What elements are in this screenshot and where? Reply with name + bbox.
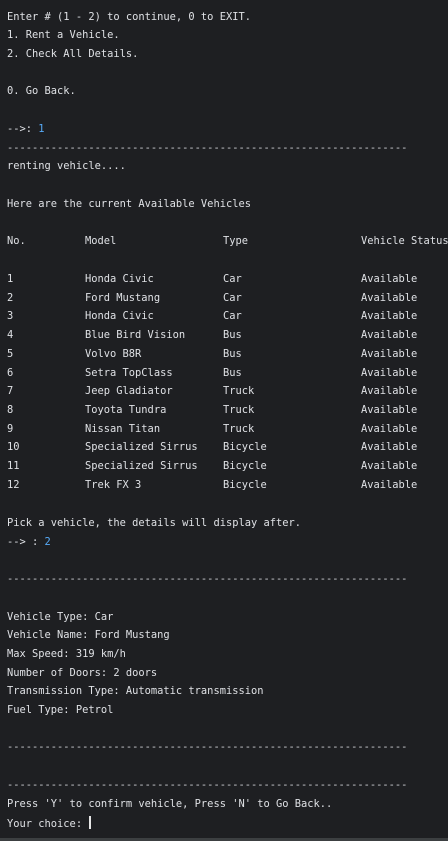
input-prefix: -->: <box>7 123 39 135</box>
table-cell: 3 <box>7 310 14 322</box>
table-cell: Trek FX 3 <box>85 479 142 491</box>
user-input-value: 1 <box>38 123 45 135</box>
table-header: Type <box>223 235 249 247</box>
available-header: Here are the current Available Vehicles <box>7 198 251 210</box>
pick-input-line: --> : 2 <box>7 535 51 549</box>
table-cell: Available <box>361 310 418 322</box>
menu-option-back: 0. Go Back. <box>7 85 76 97</box>
separator: ----------------------------------------… <box>7 779 408 791</box>
table-cell: 2 <box>7 292 14 304</box>
detail-transmission: Transmission Type: Automatic transmissio… <box>7 685 264 697</box>
table-cell: Jeep Gladiator <box>85 385 173 397</box>
table-cell: Available <box>361 404 418 416</box>
table-cell: Available <box>361 460 418 472</box>
table-cell: 11 <box>7 460 20 472</box>
table-cell: Available <box>361 348 418 360</box>
table-cell: Car <box>223 273 242 285</box>
renting-message: renting vehicle.... <box>7 160 126 172</box>
detail-vehicle-type: Vehicle Type: Car <box>7 611 114 623</box>
separator: ----------------------------------------… <box>7 142 408 154</box>
menu-input-line: -->: 1 <box>7 122 45 136</box>
menu-prompt: Enter # (1 - 2) to continue, 0 to EXIT. <box>7 11 251 23</box>
table-cell: 12 <box>7 479 20 491</box>
table-cell: Bus <box>223 348 242 360</box>
table-cell: Available <box>361 441 418 453</box>
input-prefix: --> : <box>7 536 45 548</box>
table-cell: Volvo B8R <box>85 348 142 360</box>
table-cell: 8 <box>7 404 14 416</box>
choice-input-line[interactable]: Your choice: <box>7 816 92 830</box>
table-cell: Car <box>223 310 242 322</box>
table-cell: 1 <box>7 273 14 285</box>
console-output: Enter # (1 - 2) to continue, 0 to EXIT. … <box>0 0 448 838</box>
text-cursor[interactable] <box>89 816 92 829</box>
table-cell: Car <box>223 292 242 304</box>
detail-fuel: Fuel Type: Petrol <box>7 704 114 716</box>
table-cell: Toyota Tundra <box>85 404 167 416</box>
table-cell: Blue Bird Vision <box>85 329 186 341</box>
table-cell: 5 <box>7 348 14 360</box>
confirm-prompt: Press 'Y' to confirm vehicle, Press 'N' … <box>7 798 333 810</box>
table-cell: Truck <box>223 404 255 416</box>
table-cell: 10 <box>7 441 20 453</box>
table-cell: Bus <box>223 329 242 341</box>
table-cell: 9 <box>7 423 14 435</box>
table-cell: Bicycle <box>223 460 267 472</box>
table-cell: Available <box>361 292 418 304</box>
table-header: Model <box>85 235 117 247</box>
table-cell: Nissan Titan <box>85 423 161 435</box>
user-input-value: 2 <box>44 536 51 548</box>
table-cell: Truck <box>223 385 255 397</box>
table-cell: Honda Civic <box>85 273 154 285</box>
separator: ----------------------------------------… <box>7 573 408 585</box>
table-cell: Ford Mustang <box>85 292 161 304</box>
table-cell: Truck <box>223 423 255 435</box>
menu-option-rent: 1. Rent a Vehicle. <box>7 29 120 41</box>
table-cell: 4 <box>7 329 14 341</box>
menu-option-details: 2. Check All Details. <box>7 48 139 60</box>
table-cell: Bicycle <box>223 441 267 453</box>
table-cell: 7 <box>7 385 14 397</box>
separator: ----------------------------------------… <box>7 741 408 753</box>
detail-max-speed: Max Speed: 319 km/h <box>7 648 126 660</box>
table-cell: Available <box>361 385 418 397</box>
table-header: Vehicle Status <box>361 235 448 247</box>
detail-vehicle-name: Vehicle Name: Ford Mustang <box>7 629 170 641</box>
table-cell: Specialized Sirrus <box>85 441 198 453</box>
table-header: No. <box>7 235 26 247</box>
table-cell: Bicycle <box>223 479 267 491</box>
table-cell: Available <box>361 367 418 379</box>
table-cell: Available <box>361 479 418 491</box>
table-cell: Available <box>361 273 418 285</box>
table-cell: Available <box>361 329 418 341</box>
choice-label: Your choice: <box>7 818 89 830</box>
table-cell: Available <box>361 423 418 435</box>
table-cell: 6 <box>7 367 14 379</box>
table-cell: Specialized Sirrus <box>85 460 198 472</box>
table-cell: Bus <box>223 367 242 379</box>
detail-doors: Number of Doors: 2 doors <box>7 667 158 679</box>
table-cell: Setra TopClass <box>85 367 173 379</box>
table-cell: Honda Civic <box>85 310 154 322</box>
pick-prompt: Pick a vehicle, the details will display… <box>7 517 302 529</box>
